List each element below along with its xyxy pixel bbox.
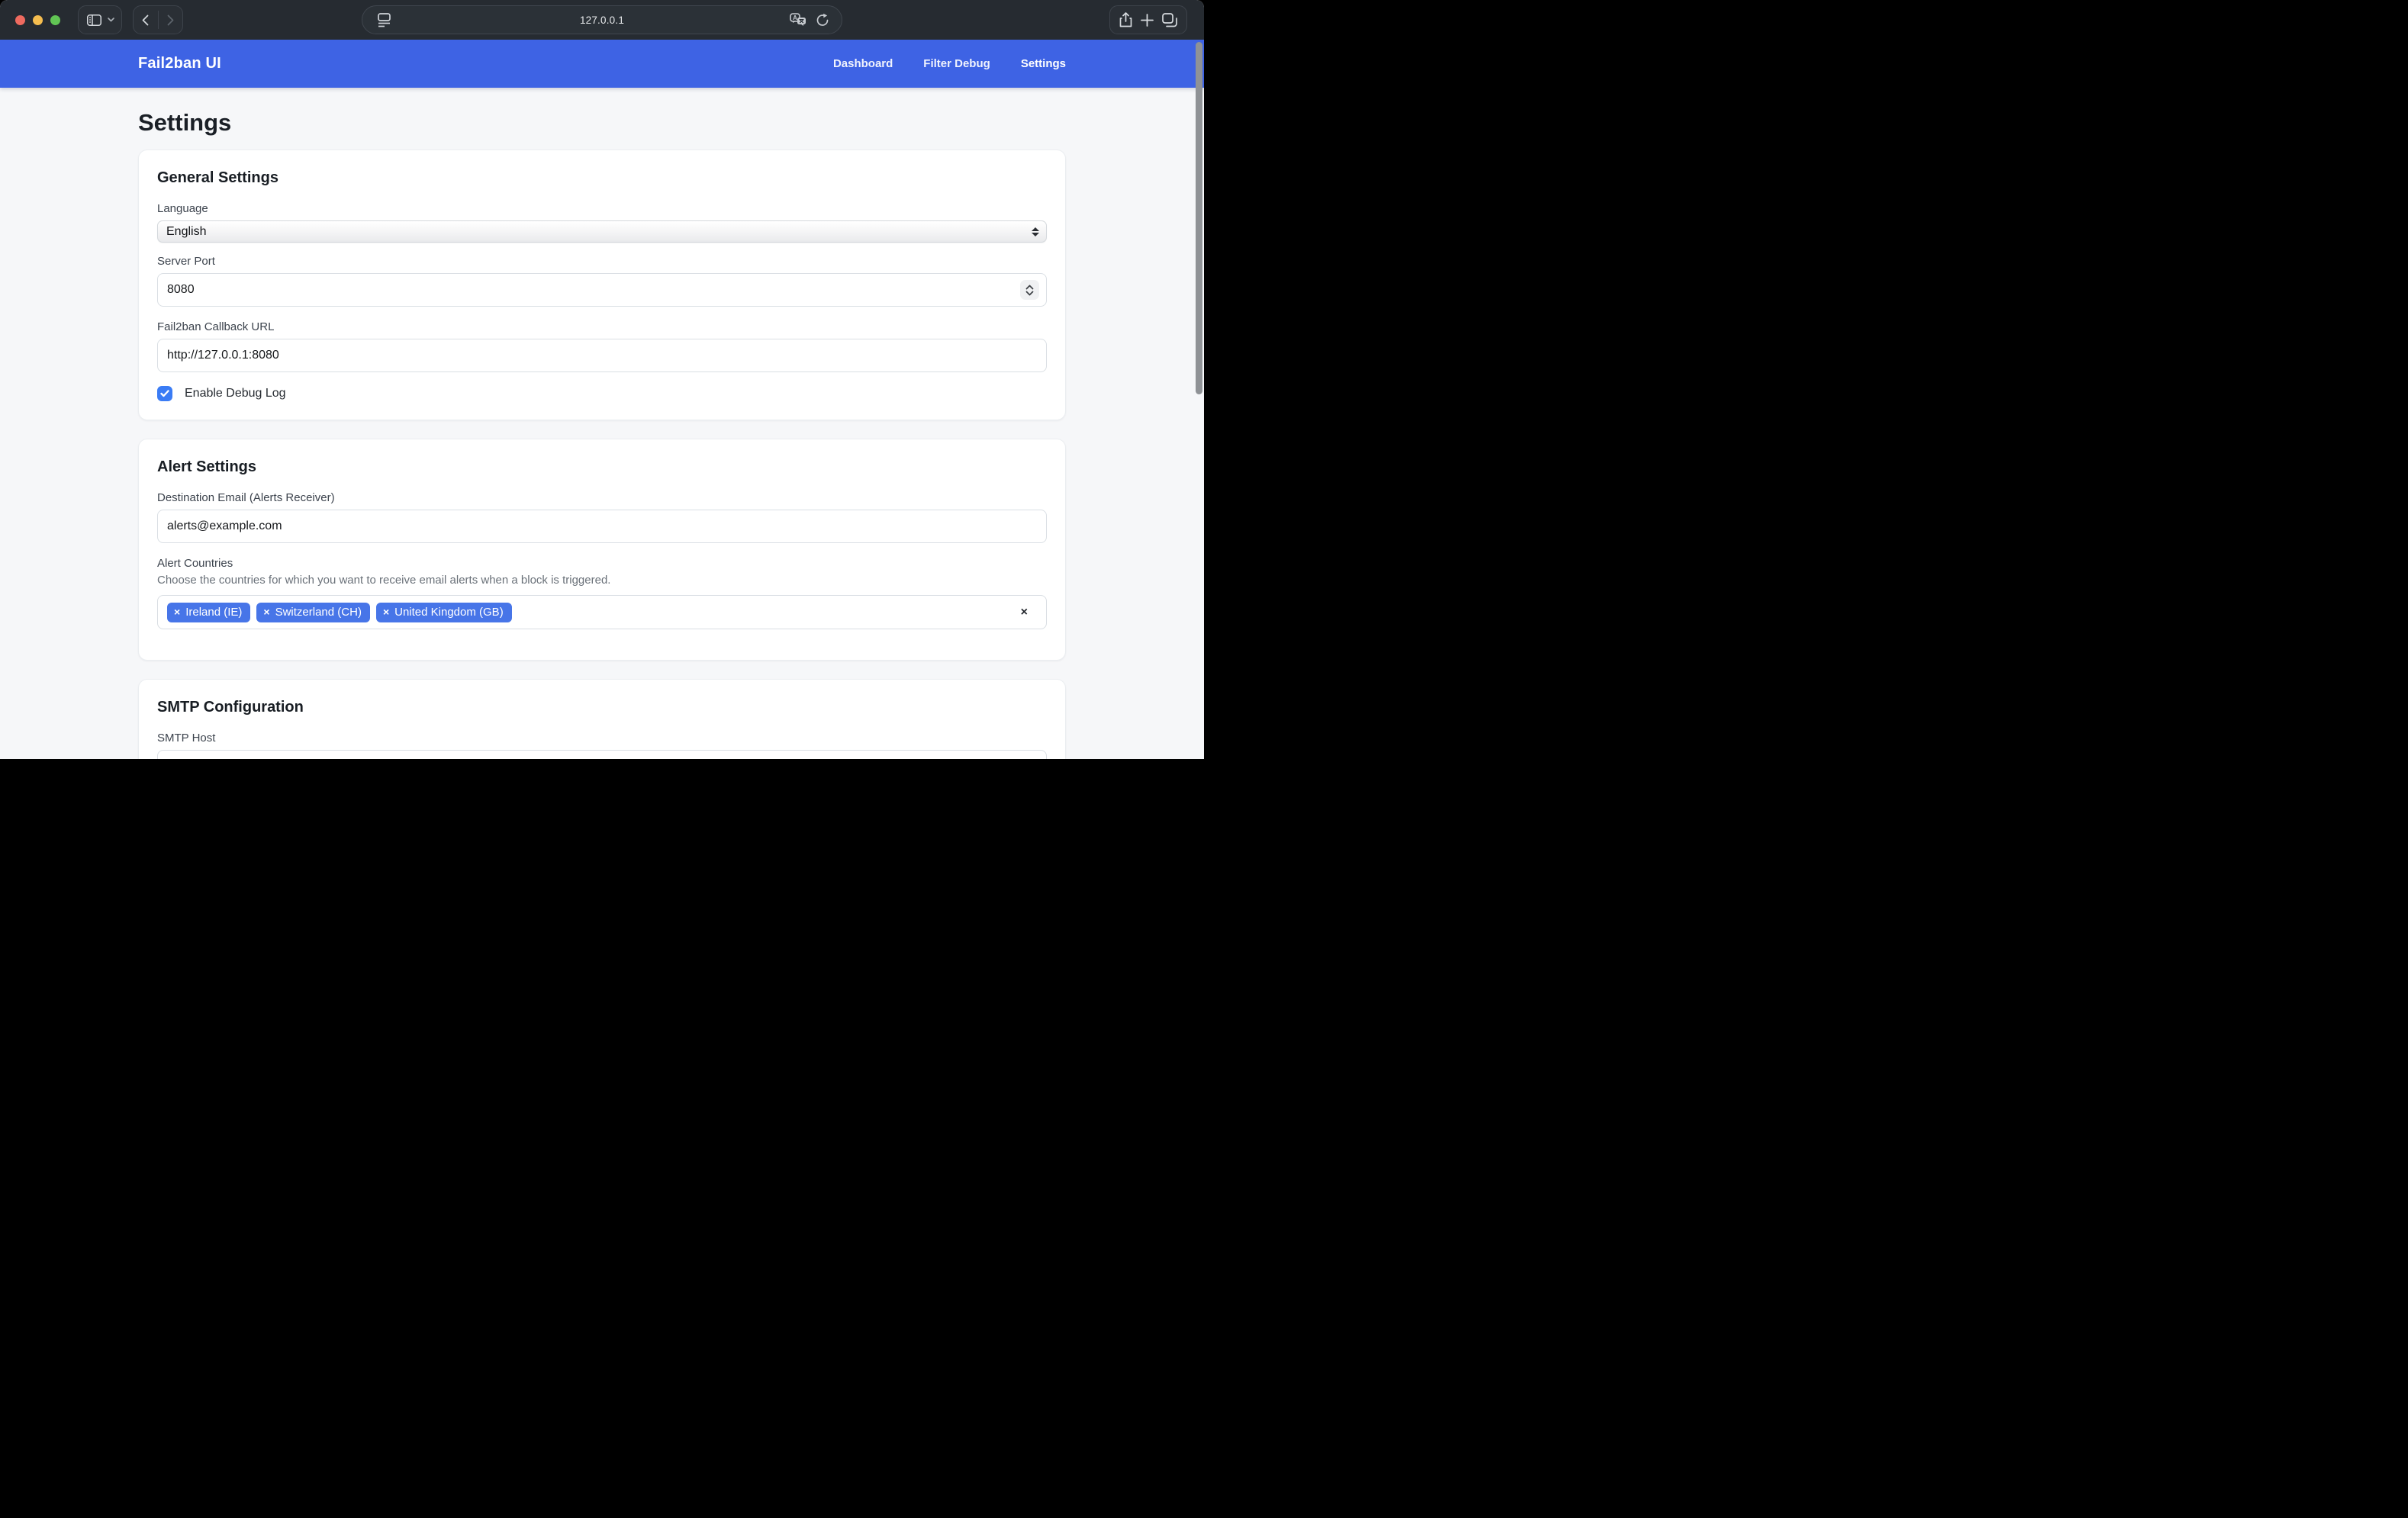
reload-button[interactable]: [816, 13, 829, 27]
share-icon: [1119, 12, 1132, 27]
country-tag-label: Switzerland (CH): [275, 606, 362, 619]
nav-link-dashboard[interactable]: Dashboard: [833, 57, 893, 70]
callback-url-label: Fail2ban Callback URL: [157, 320, 1047, 334]
nav-link-settings[interactable]: Settings: [1021, 57, 1066, 70]
nav-link-filter-debug[interactable]: Filter Debug: [923, 57, 990, 70]
back-button[interactable]: [134, 6, 158, 34]
language-select[interactable]: English: [157, 220, 1047, 243]
window-actions-group: [1109, 5, 1187, 34]
page-title: Settings: [138, 108, 1066, 137]
remove-tag-icon[interactable]: ×: [174, 606, 180, 617]
remove-tag-icon[interactable]: ×: [383, 606, 389, 617]
fullscreen-button[interactable]: [50, 15, 60, 25]
clear-all-icon[interactable]: ×: [1021, 606, 1028, 619]
brand-link[interactable]: Fail2ban UI: [138, 55, 221, 72]
server-port-field-wrap: [157, 273, 1047, 307]
callback-url-input[interactable]: [167, 349, 1037, 362]
smtp-host-label: SMTP Host: [157, 732, 1047, 745]
new-tab-button[interactable]: [1141, 14, 1154, 27]
country-tag: × Switzerland (CH): [256, 603, 370, 622]
forward-button[interactable]: [159, 6, 183, 34]
reader-layout-icon: [378, 13, 391, 27]
debug-log-label: Enable Debug Log: [185, 387, 286, 400]
debug-log-checkbox[interactable]: [157, 386, 172, 401]
page-settings-button[interactable]: [378, 13, 391, 27]
callback-url-field-wrap: [157, 339, 1047, 372]
address-bar[interactable]: 127.0.0.1 A: [362, 5, 842, 34]
check-icon: [160, 390, 169, 397]
chevron-down-icon: [108, 18, 114, 22]
minimize-button[interactable]: [33, 15, 43, 25]
alert-countries-help: Choose the countries for which you want …: [157, 574, 1047, 587]
svg-text:A: A: [793, 14, 797, 21]
chevron-right-icon: [167, 14, 174, 26]
alert-settings-card: Alert Settings Destination Email (Alerts…: [138, 439, 1066, 661]
nav-links: Dashboard Filter Debug Settings: [833, 57, 1066, 70]
tabs-icon: [1162, 13, 1177, 27]
remove-tag-icon[interactable]: ×: [263, 606, 269, 617]
server-port-label: Server Port: [157, 255, 1047, 269]
browser-chrome: 127.0.0.1 A: [0, 0, 1204, 40]
share-button[interactable]: [1119, 12, 1132, 27]
destination-email-input[interactable]: [167, 519, 1037, 533]
reload-icon: [816, 13, 829, 27]
card-title-alerts: Alert Settings: [157, 458, 1047, 476]
language-selected-value: English: [166, 225, 206, 239]
translate-icon: A: [790, 13, 806, 27]
number-stepper[interactable]: [1020, 280, 1039, 300]
server-port-input[interactable]: [167, 283, 1037, 297]
chevron-left-icon: [142, 14, 149, 26]
translate-button[interactable]: A: [790, 13, 806, 27]
country-tag: × United Kingdom (GB): [376, 603, 512, 622]
select-arrows-icon: [1032, 227, 1039, 236]
history-nav-group: [133, 5, 183, 34]
general-settings-card: General Settings Language English Server…: [138, 150, 1066, 420]
card-title-smtp: SMTP Configuration: [157, 698, 1047, 716]
smtp-host-field-wrap: [157, 750, 1047, 759]
chevron-up-icon: [1025, 285, 1034, 290]
url-text: 127.0.0.1: [362, 14, 842, 26]
destination-email-label: Destination Email (Alerts Receiver): [157, 491, 1047, 505]
sidebar-icon: [87, 14, 101, 26]
browser-window: 127.0.0.1 A: [0, 0, 1204, 759]
plus-icon: [1141, 14, 1154, 27]
country-tag-label: United Kingdom (GB): [394, 606, 504, 619]
language-label: Language: [157, 202, 1047, 216]
alert-countries-multiselect[interactable]: × Ireland (IE) × Switzerland (CH) × Unit…: [157, 595, 1047, 629]
sidebar-toggle-button[interactable]: [78, 5, 122, 34]
tab-overview-button[interactable]: [1162, 13, 1177, 27]
app-navbar: Fail2ban UI Dashboard Filter Debug Setti…: [0, 40, 1204, 88]
country-tag-label: Ireland (IE): [185, 606, 242, 619]
chevron-down-icon: [1025, 291, 1034, 296]
debug-log-row: Enable Debug Log: [157, 386, 1047, 401]
alert-countries-label: Alert Countries: [157, 557, 1047, 571]
card-title-general: General Settings: [157, 169, 1047, 187]
close-button[interactable]: [15, 15, 25, 25]
smtp-configuration-card: SMTP Configuration SMTP Host: [138, 679, 1066, 759]
destination-email-field-wrap: [157, 510, 1047, 543]
scrollbar-thumb[interactable]: [1196, 42, 1202, 394]
country-tag: × Ireland (IE): [167, 603, 250, 622]
